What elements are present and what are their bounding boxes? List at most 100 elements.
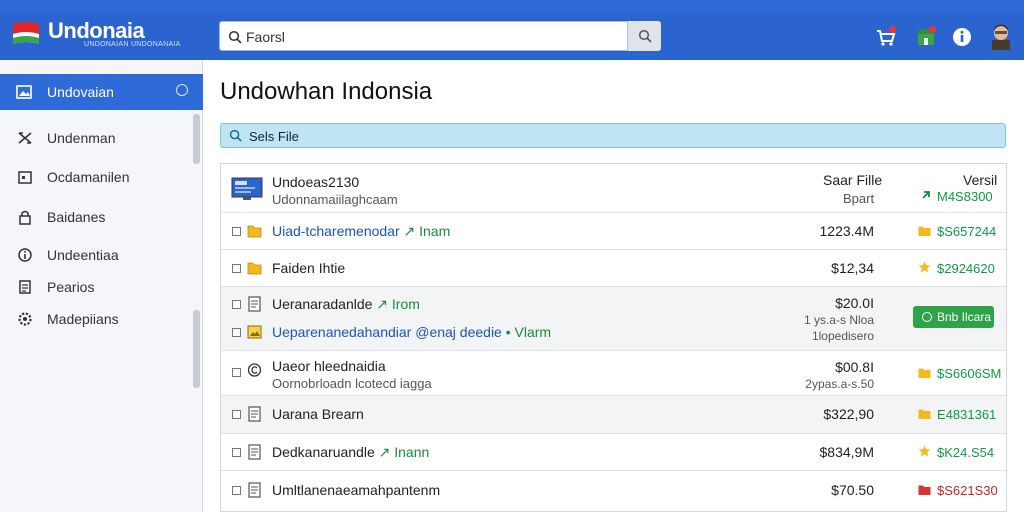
search-icon (638, 29, 652, 43)
user-avatar[interactable] (989, 22, 1013, 50)
sidebar-item-label: Undeentiaa (47, 247, 119, 263)
column-version-header[interactable]: Versil (963, 172, 997, 188)
search-box[interactable] (219, 21, 661, 51)
lock-icon (19, 210, 31, 225)
folder-icon (918, 409, 931, 419)
document-icon (19, 280, 31, 294)
sidebar-item-active[interactable]: Undovaian (0, 74, 203, 110)
row-title[interactable]: Uaeor hleednaidia (272, 358, 386, 374)
sidebar-item-label: Baidanes (47, 209, 106, 225)
row-size: $322,90 (823, 406, 874, 422)
table-row[interactable]: Faiden Ihtie $12,34 $2924620 (221, 250, 1006, 287)
row-checkbox[interactable] (232, 448, 241, 457)
sidebar-item-madepiians[interactable]: Madepiians (0, 305, 190, 333)
sidebar-scrollbar-thumb-lower[interactable] (193, 310, 200, 388)
shuffle-icon (18, 132, 32, 144)
row-checkbox[interactable] (232, 368, 241, 377)
document-icon (248, 406, 261, 422)
row-title[interactable]: Dedkanaruandle ↗ Inann (272, 444, 429, 461)
monitor-thumbnail-icon (231, 177, 263, 200)
calendar-icon (18, 171, 32, 184)
table-row[interactable]: Uiad-tcharemenodar ↗ Inam 1223.4M $S6572… (221, 213, 1006, 250)
row-checkbox[interactable] (232, 300, 241, 309)
sidebar-item-ocdamanilen[interactable]: Ocdamanilen (0, 163, 190, 191)
table-header-row: Undoeas2130 Udonnamaiilaghcaam Saar Fill… (221, 164, 1006, 213)
document-icon (248, 444, 261, 460)
row-version: $2924620 (937, 261, 995, 276)
image-icon (16, 85, 32, 99)
sidebar: Undonaia UNDONAIAN UNDONANAIA Undovaian … (0, 12, 203, 512)
sidebar-item-undeentiaa[interactable]: Undeentiaa (0, 241, 190, 269)
brand[interactable]: Undonaia UNDONAIAN UNDONANAIA (0, 12, 203, 60)
page-title: Undowhan Indonsia (220, 78, 433, 105)
search-input[interactable] (246, 27, 626, 47)
star-icon (918, 445, 931, 457)
folder-icon (247, 225, 262, 238)
sidebar-item-undenman[interactable]: Undenman (0, 124, 190, 152)
row-size: $20.0I (835, 295, 874, 311)
red-folder-icon (918, 485, 931, 495)
row-checkbox[interactable] (232, 328, 241, 337)
row-size: $70.50 (831, 482, 874, 498)
column-size-header[interactable]: Saar Fille (823, 172, 882, 188)
toggle-circle-icon[interactable] (176, 84, 188, 96)
table-row[interactable]: Dedkanaruandle ↗ Inann $834,9M $K24.S54 (221, 434, 1006, 471)
row-version: $S657244 (937, 224, 997, 239)
search-icon (229, 129, 242, 142)
gear-icon (18, 312, 32, 326)
sidebar-item-label: Pearios (47, 279, 95, 295)
row-checkbox[interactable] (232, 486, 241, 495)
document-icon (248, 482, 261, 498)
notification-badge (889, 26, 896, 33)
row-checkbox[interactable] (232, 410, 241, 419)
flag-logo-icon (13, 22, 39, 44)
row-title[interactable]: Ueranaradanlde ↗ Irom (272, 296, 420, 313)
file-table: Undoeas2130 Udonnamaiilaghcaam Saar Fill… (220, 163, 1007, 512)
row-version: $S621S30 (937, 483, 998, 498)
row-title[interactable]: Faiden Ihtie (272, 260, 345, 276)
sidebar-item-baidanes[interactable]: Baidanes (0, 203, 190, 231)
row-title[interactable]: Uarana Brearn (272, 406, 364, 422)
sidebar-scrollbar-thumb[interactable] (193, 114, 200, 164)
info-circle-icon (18, 248, 32, 262)
table-row[interactable]: Umltlanenaeamahpantenm $70.50 $S621S30 (221, 471, 1006, 511)
folder-icon (918, 226, 931, 236)
top-strip (0, 0, 1024, 12)
copyright-icon (247, 363, 262, 377)
table-header-subtitle: Udonnamaiilaghcaam (272, 192, 398, 207)
row-title[interactable]: Umltlanenaeamahpantenm (272, 482, 440, 498)
row-title[interactable]: Uiad-tcharemenodar ↗ Inam (272, 223, 450, 240)
brand-subtitle: UNDONAIAN UNDONANAIA (84, 41, 181, 48)
row-size: 1223.4M (819, 223, 874, 239)
row-version: $K24.S54 (937, 445, 995, 460)
row-checkbox[interactable] (232, 227, 241, 236)
notification-badge (929, 26, 936, 33)
top-header (203, 12, 1024, 60)
document-icon (248, 296, 261, 312)
row-title-secondary[interactable]: Ueparenanedahandiar @enaj deedie • Vlarm (272, 324, 551, 340)
search-icon (228, 30, 242, 44)
info-icon[interactable] (951, 26, 973, 48)
table-row[interactable]: Uaeor hleednaidia Oornobrloadn lcotecd i… (221, 351, 1006, 396)
row-size: $12,34 (831, 260, 874, 276)
table-row[interactable]: Uarana Brearn $322,90 E4831361 (221, 396, 1006, 434)
folder-icon (918, 368, 931, 378)
row-size-detail: 1 ys.a-s Nloa (803, 313, 874, 327)
row-action-button[interactable]: Bnb Ilcara (913, 306, 994, 328)
row-subtitle: Oornobrloadn lcotecd iagga (272, 376, 432, 391)
search-button[interactable] (627, 21, 661, 51)
folder-icon (247, 262, 262, 275)
table-row[interactable]: Ueranaradanlde ↗ Irom Ueparenanedahandia… (221, 287, 1006, 351)
filter-bar[interactable]: Sels File (220, 123, 1006, 148)
row-size-detail: 1lopedisero (811, 329, 874, 343)
sidebar-item-pearios[interactable]: Pearios (0, 273, 190, 301)
sidebar-item-label: Undenman (47, 130, 116, 146)
sidebar-item-label: Madepiians (47, 311, 119, 327)
image-file-icon (247, 325, 262, 339)
refresh-icon (922, 312, 932, 322)
star-icon (918, 261, 931, 273)
row-size: $834,9M (819, 444, 874, 460)
column-version-subheader: M4S8300 (937, 189, 993, 204)
row-checkbox[interactable] (232, 264, 241, 273)
row-size-detail: 2ypas.a-s.50 (805, 377, 874, 391)
